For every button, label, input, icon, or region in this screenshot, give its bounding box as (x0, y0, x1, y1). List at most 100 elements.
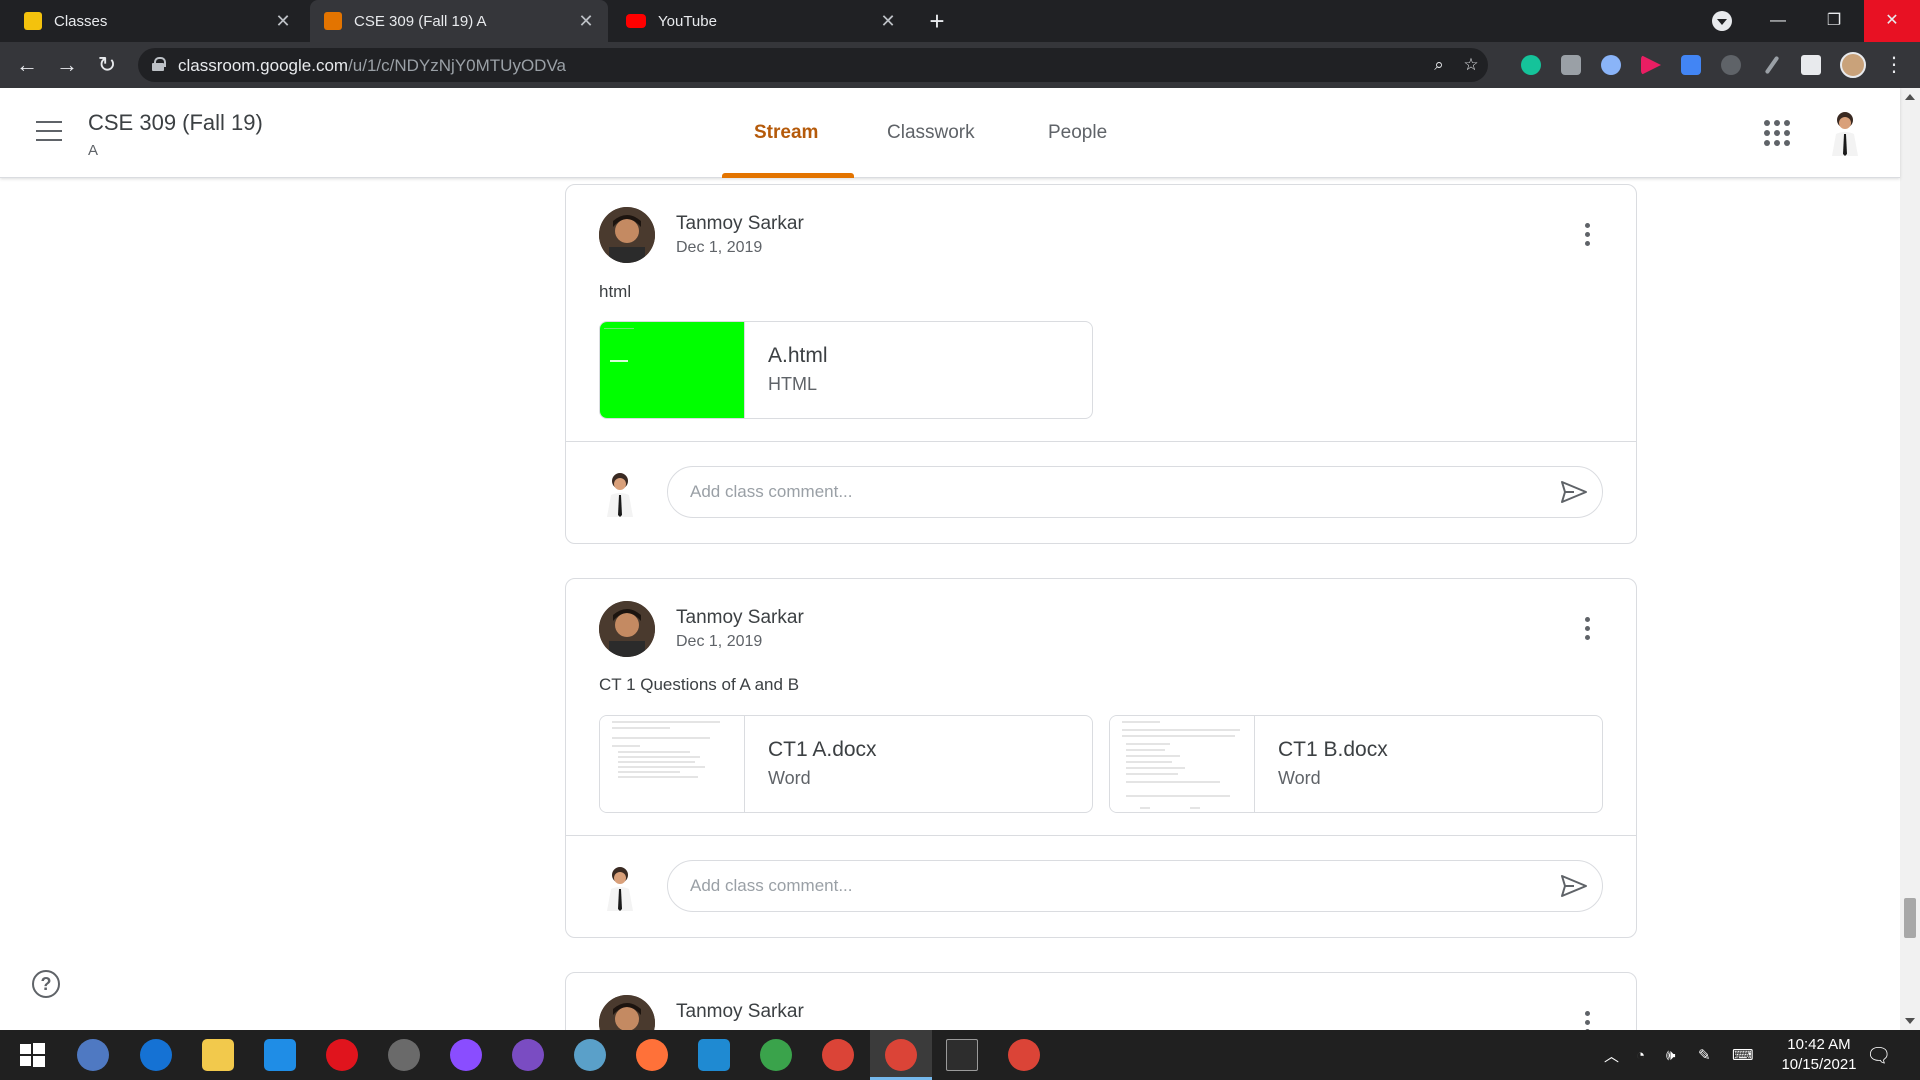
stream-feed: Tanmoy Sarkar Dec 1, 2019 html A.html HT… (0, 178, 1900, 1030)
classroom-header: CSE 309 (Fall 19) A Stream Classwork Peo… (0, 88, 1900, 178)
classroom-favicon-icon (324, 12, 342, 30)
attachment-card[interactable]: CT1 A.docx Word (599, 715, 1093, 813)
announcement-card: Tanmoy Sarkar (565, 972, 1637, 1030)
close-tab-icon[interactable]: ✕ (878, 11, 898, 31)
app-icon[interactable] (574, 1039, 606, 1071)
chrome-active-taskbar-button[interactable] (870, 1030, 932, 1080)
file-explorer-icon[interactable] (202, 1039, 234, 1071)
pen-icon[interactable]: ✎ (1698, 1030, 1711, 1080)
classroom-favicon-icon (24, 12, 42, 30)
tab-people[interactable]: People (1048, 122, 1107, 144)
profile-avatar[interactable] (1840, 52, 1866, 78)
comment-input[interactable]: Add class comment... (667, 466, 1603, 518)
bookmark-star-icon[interactable]: ☆ (1460, 54, 1482, 76)
minimize-button[interactable]: — (1750, 0, 1806, 42)
google-apps-icon[interactable] (1764, 120, 1790, 146)
tab-youtube[interactable]: YouTube ✕ (612, 0, 910, 42)
reload-icon[interactable]: ↻ (92, 50, 122, 80)
terminal-icon[interactable] (946, 1039, 978, 1071)
post-date: Dec 1, 2019 (676, 633, 763, 650)
close-tab-icon[interactable]: ✕ (273, 11, 293, 31)
attachment-card[interactable]: CT1 B.docx Word (1109, 715, 1603, 813)
help-icon[interactable]: ? (32, 970, 60, 998)
close-tab-icon[interactable]: ✕ (576, 11, 596, 31)
chrome-menu-icon[interactable]: ⋮ (1884, 52, 1904, 78)
system-clock[interactable]: 10:42 AM 10/15/2021 (1764, 1035, 1874, 1075)
send-icon[interactable] (1560, 874, 1588, 898)
extension-icon[interactable] (1721, 55, 1741, 75)
tab-title: YouTube (658, 12, 717, 30)
back-icon[interactable]: ← (12, 50, 42, 80)
pen-extension-icon[interactable] (1764, 55, 1780, 75)
vscode-icon[interactable] (698, 1039, 730, 1071)
more-options-icon[interactable] (1581, 615, 1593, 643)
course-title[interactable]: CSE 309 (Fall 19) (88, 110, 263, 136)
attachment-card[interactable]: A.html HTML (599, 321, 1093, 419)
scroll-thumb[interactable] (1904, 898, 1916, 938)
author-avatar (599, 995, 655, 1030)
mail-icon[interactable] (264, 1039, 296, 1071)
comment-row: Add class comment... (566, 441, 1636, 543)
main-menu-icon[interactable] (36, 121, 62, 141)
close-window-button[interactable]: ✕ (1864, 0, 1920, 42)
qbittorrent-icon[interactable] (77, 1039, 109, 1071)
tab-search-icon[interactable] (1712, 11, 1732, 31)
show-hidden-icons-icon[interactable]: ︿ (1604, 1030, 1619, 1080)
more-options-icon[interactable] (1581, 1009, 1593, 1030)
keyboard-icon[interactable]: ⌨ (1732, 1030, 1754, 1080)
windows-start-icon[interactable] (16, 1039, 48, 1071)
restore-button[interactable]: ❐ (1806, 0, 1862, 42)
active-tab-indicator (722, 173, 854, 178)
tab-classes[interactable]: Classes ✕ (10, 0, 305, 42)
address-bar[interactable]: classroom.google.com/u/1/c/NDYzNjY0MTUyO… (138, 48, 1488, 82)
post-author: Tanmoy Sarkar (676, 1001, 804, 1022)
edge-icon[interactable] (140, 1039, 172, 1071)
play-extension-icon[interactable] (1641, 55, 1661, 75)
post-author: Tanmoy Sarkar (676, 213, 804, 234)
app-icon[interactable] (760, 1039, 792, 1071)
volume-icon[interactable]: 🕪 (1666, 1030, 1675, 1080)
comment-row: Add class comment... (566, 835, 1636, 937)
tab-cse309[interactable]: CSE 309 (Fall 19) A ✕ (310, 0, 608, 42)
author-avatar (599, 601, 655, 657)
messenger-icon[interactable] (450, 1039, 482, 1071)
zoom-icon[interactable]: ⌕ (1428, 54, 1450, 76)
post-author: Tanmoy Sarkar (676, 607, 804, 628)
post-text: CT 1 Questions of A and B (599, 675, 800, 694)
browser-toolbar: ← → ↻ classroom.google.com/u/1/c/NDYzNjY… (0, 42, 1920, 88)
comment-input[interactable]: Add class comment... (667, 860, 1603, 912)
youtube-favicon-icon (626, 14, 646, 28)
tab-stream[interactable]: Stream (754, 122, 818, 144)
chrome-profile-icon[interactable] (1008, 1039, 1040, 1071)
extension-icon[interactable] (1601, 55, 1621, 75)
tab-title: Classes (54, 12, 108, 30)
announcement-card: Tanmoy Sarkar Dec 1, 2019 CT 1 Questions… (565, 578, 1637, 938)
download-extension-icon[interactable] (1681, 55, 1701, 75)
forward-icon[interactable]: → (52, 50, 82, 80)
new-tab-button[interactable]: + (922, 6, 952, 36)
app-icon[interactable] (388, 1039, 420, 1071)
tab-classwork[interactable]: Classwork (887, 122, 975, 144)
opera-icon[interactable] (326, 1039, 358, 1071)
windows-taskbar: ︿ ◔ 🕪 ✎ ⌨ 10:42 AM 10/15/2021 🗨 (0, 1030, 1920, 1080)
scroll-down-icon[interactable] (1905, 1018, 1915, 1024)
network-icon[interactable]: ◔ (1636, 1030, 1645, 1080)
page-scrollbar[interactable] (1900, 88, 1920, 1030)
account-avatar[interactable] (1824, 108, 1866, 156)
firefox-icon[interactable] (636, 1039, 668, 1071)
chrome-icon (885, 1039, 917, 1071)
user-avatar (607, 473, 633, 517)
send-icon[interactable] (1560, 480, 1588, 504)
notifications-icon[interactable]: 🗨 (1866, 1030, 1891, 1080)
attachment-name: A.html (768, 344, 828, 367)
camera-extension-icon[interactable] (1561, 55, 1581, 75)
attachment-type: HTML (768, 374, 817, 394)
attachment-type: Word (1278, 768, 1321, 788)
chrome-icon[interactable] (822, 1039, 854, 1071)
attachment-name: CT1 A.docx (768, 738, 877, 761)
puzzle-extensions-icon[interactable] (1801, 55, 1821, 75)
github-desktop-icon[interactable] (512, 1039, 544, 1071)
more-options-icon[interactable] (1581, 221, 1593, 249)
scroll-up-icon[interactable] (1905, 94, 1915, 100)
grammarly-extension-icon[interactable] (1521, 55, 1541, 75)
